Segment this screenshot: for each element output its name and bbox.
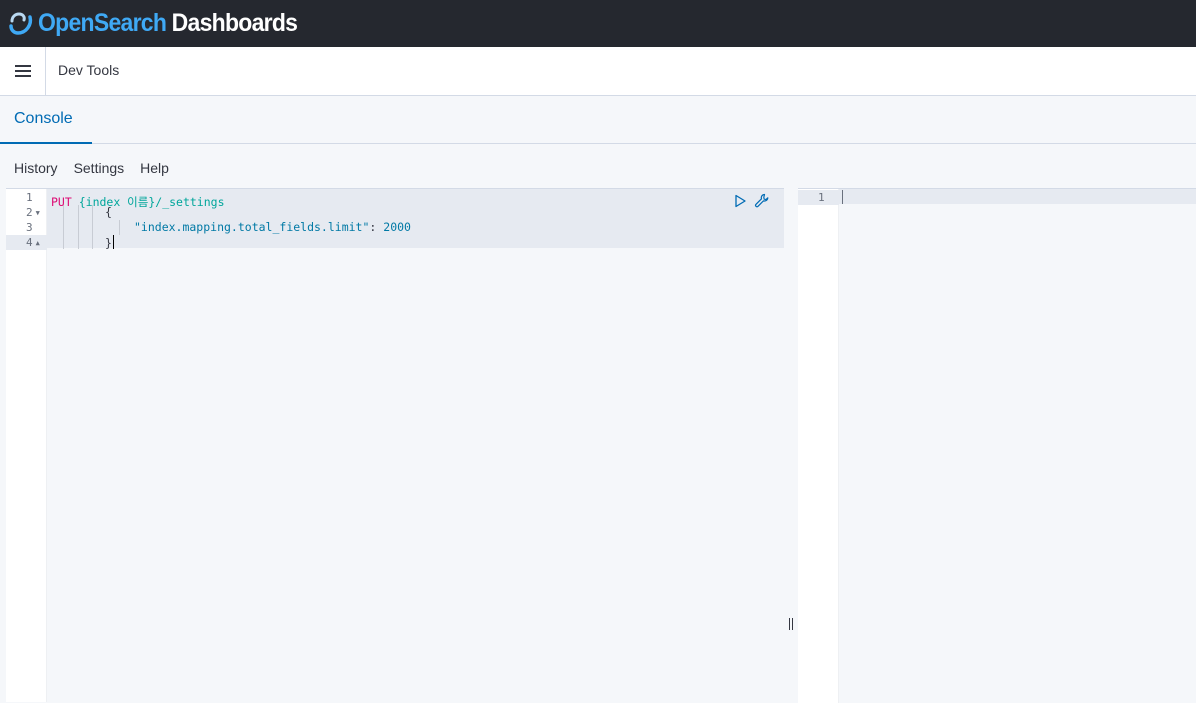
line-number: 1: [26, 191, 33, 204]
fold-down-icon[interactable]: ▼: [36, 209, 40, 217]
opensearch-logo-icon: [9, 11, 33, 35]
editor-gutter: 1 2 ▼ 3 4 ▲: [6, 189, 47, 702]
pane-resize-handle[interactable]: [786, 616, 796, 632]
code-area[interactable]: PUT {index 이름}/_settings { "index.mappin…: [47, 189, 784, 702]
indent-guide: [63, 205, 64, 249]
indent-guide: [92, 205, 93, 249]
text-cursor: [112, 235, 115, 249]
app-header: Dev Tools: [0, 47, 1196, 96]
indent-guide: [119, 220, 120, 235]
output-active-line: [839, 189, 1196, 204]
fold-up-icon[interactable]: ▲: [36, 239, 40, 247]
console-top-menu: History Settings Help: [0, 160, 171, 182]
menu-toggle-button[interactable]: [0, 47, 46, 95]
settings-link[interactable]: Settings: [74, 160, 125, 182]
brand-search-text: Search: [93, 9, 167, 37]
brand-logo[interactable]: Open Search Dashboards: [38, 9, 298, 38]
code-line-4: }: [105, 235, 115, 250]
line-number[interactable]: 2 ▼: [6, 205, 47, 220]
top-brand-bar: Open Search Dashboards: [0, 0, 1196, 47]
history-link[interactable]: History: [14, 160, 58, 182]
output-cursor: [842, 190, 843, 204]
http-method: PUT: [51, 195, 72, 209]
wrench-icon[interactable]: [754, 193, 770, 209]
brand-open-text: Open: [38, 9, 95, 37]
breadcrumb: Dev Tools: [58, 62, 120, 78]
response-output[interactable]: 1: [798, 188, 1196, 703]
line-number: 3: [26, 221, 33, 234]
request-url: {index 이름}/_settings: [78, 195, 225, 209]
code-line-3: "index.mapping.total_fields.limit": 2000: [134, 220, 411, 234]
tab-console[interactable]: Console: [0, 96, 92, 144]
play-icon[interactable]: [732, 193, 748, 209]
json-key: "index.mapping.total_fields.limit": [134, 220, 370, 234]
request-actions: [732, 193, 770, 209]
help-link[interactable]: Help: [140, 160, 169, 182]
line-number: 1: [798, 190, 839, 205]
indent-guide: [78, 205, 79, 249]
tab-bar: Console: [0, 96, 1196, 144]
code-line-2: {: [105, 205, 112, 219]
code-line-1: PUT {index 이름}/_settings: [51, 195, 225, 210]
line-number[interactable]: 4 ▲: [6, 235, 47, 250]
brand-dashboards-text: Dashboards: [171, 9, 298, 37]
request-editor[interactable]: 1 2 ▼ 3 4 ▲ PUT {index 이름}/_settings { "in…: [6, 188, 784, 702]
output-gutter: 1: [798, 189, 839, 703]
hamburger-icon: [14, 65, 31, 77]
json-value: 2000: [383, 220, 411, 234]
